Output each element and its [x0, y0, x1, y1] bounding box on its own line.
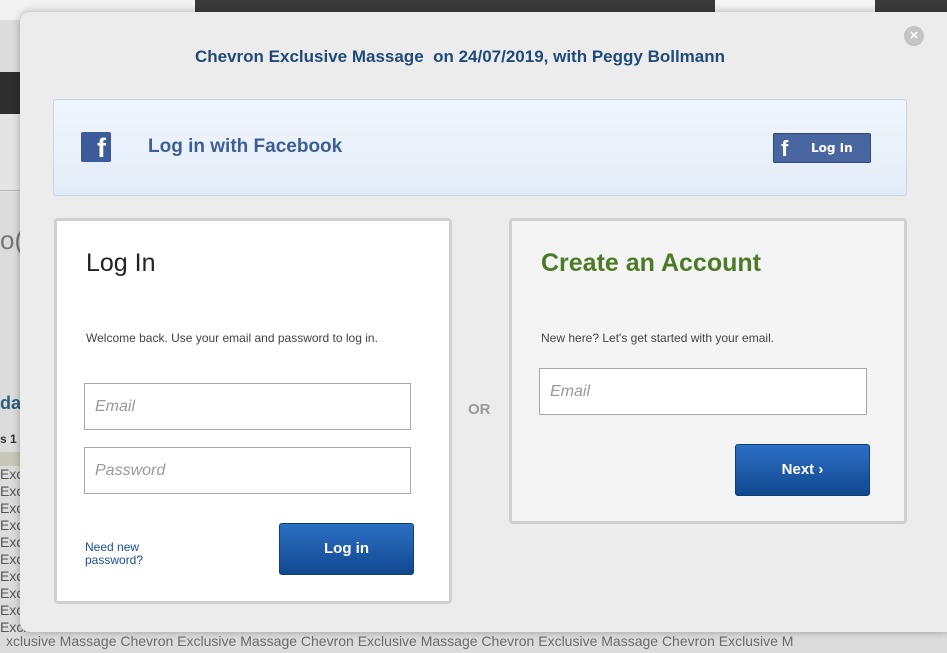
signup-email-input[interactable] [539, 368, 867, 415]
next-button[interactable]: Next › [735, 444, 870, 496]
facebook-login-button[interactable]: f Log In [773, 133, 871, 163]
background-label-fragment: s 1 [0, 432, 17, 446]
create-account-panel: Create an Account New here? Let's get st… [509, 218, 907, 524]
facebook-login-label[interactable]: Log in with Facebook [148, 136, 342, 158]
modal-title: Chevron Exclusive Massage on 24/07/2019,… [194, 47, 726, 66]
login-password-input[interactable] [84, 447, 411, 494]
login-email-input[interactable] [84, 383, 411, 430]
create-account-description: New here? Let's get started with your em… [541, 331, 775, 345]
or-divider-label: OR [468, 401, 491, 418]
background-section-fragment: da [0, 393, 22, 413]
login-heading: Log In [86, 249, 156, 277]
create-account-heading: Create an Account [541, 249, 761, 277]
login-panel: Log In Welcome back. Use your email and … [54, 218, 452, 604]
facebook-icon: f [81, 132, 111, 163]
booking-login-modal: × Chevron Exclusive Massage on 24/07/201… [20, 12, 947, 632]
facebook-button-icon: f [781, 136, 789, 161]
login-description: Welcome back. Use your email and passwor… [86, 331, 378, 345]
facebook-login-bar: f Log in with Facebook f Log In [53, 99, 907, 196]
facebook-icon-letter: f [97, 133, 106, 163]
close-icon[interactable]: × [904, 26, 924, 46]
facebook-login-button-label: Log In [811, 141, 853, 155]
forgot-password-link[interactable]: Need new password? [85, 541, 175, 567]
login-button[interactable]: Log in [279, 523, 414, 575]
background-footer-text: xclusive Massage Chevron Exclusive Massa… [6, 633, 794, 649]
